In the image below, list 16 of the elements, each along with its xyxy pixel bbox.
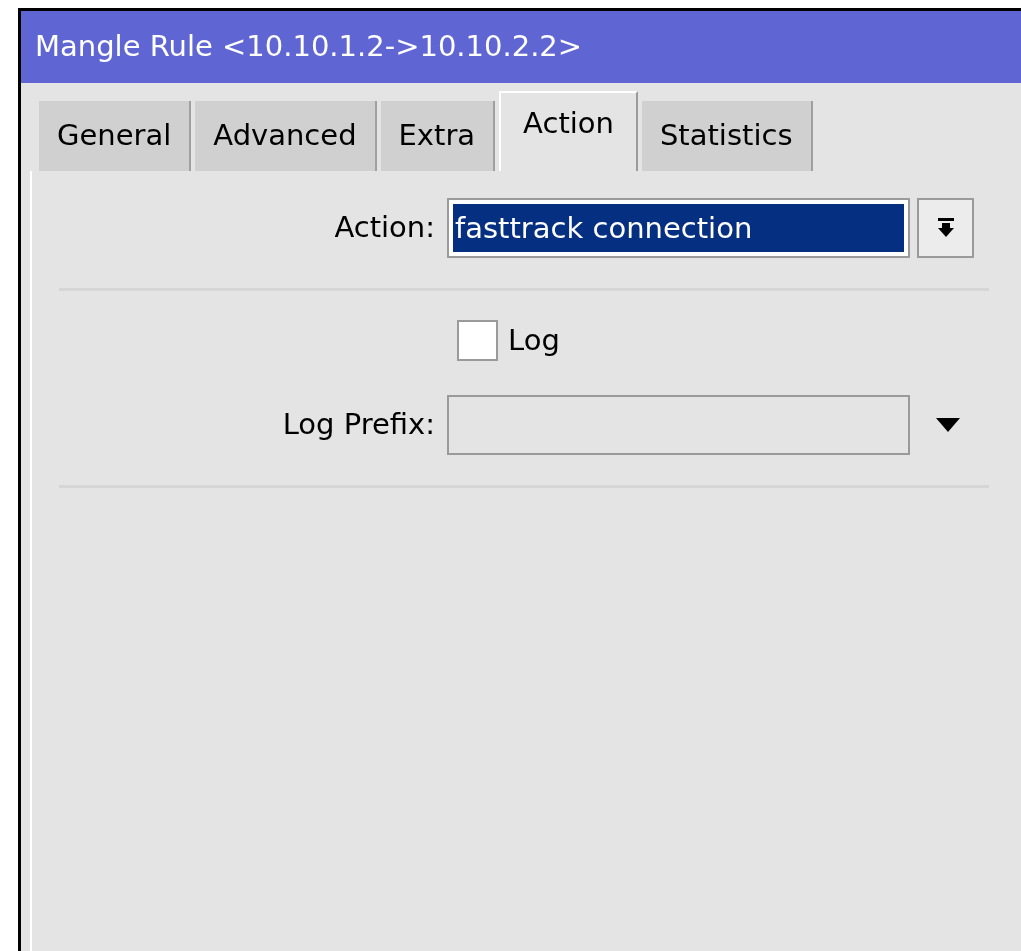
tab[interactable]: Action — [499, 91, 638, 171]
tab[interactable]: Statistics — [641, 101, 813, 171]
action-dropdown[interactable]: fasttrack connection — [447, 198, 910, 258]
tab[interactable]: General — [39, 101, 192, 171]
dropdown-button[interactable] — [917, 198, 974, 258]
tab[interactable]: Advanced — [195, 101, 377, 171]
dropdown-arrow-icon — [936, 218, 955, 238]
window-title: Mangle Rule <10.10.1.2->10.10.2.2> — [35, 28, 583, 66]
log-prefix-field[interactable] — [447, 394, 910, 455]
dropdown-value: fasttrack connection — [453, 204, 904, 252]
field-label: Action: — [333, 209, 436, 247]
checkbox-label: Log — [508, 322, 560, 359]
dropdown-arrow-icon[interactable] — [936, 417, 960, 432]
log-checkbox[interactable] — [457, 320, 498, 362]
tab[interactable]: Extra — [380, 101, 496, 171]
field-label: Log Prefix: — [281, 405, 436, 443]
